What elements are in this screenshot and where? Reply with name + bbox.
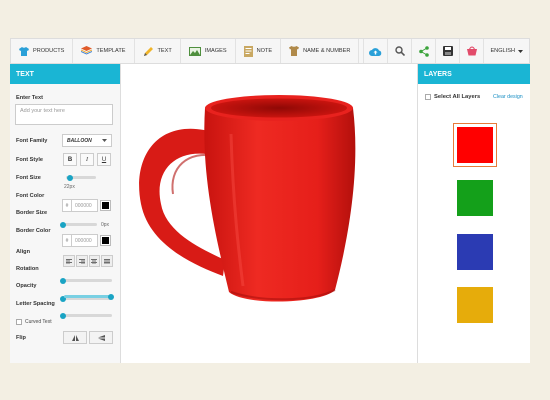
layer-item-2[interactable] [457,180,493,216]
text-panel: TEXT [10,64,121,363]
top-toolbar: PRODUCTS TEMPLATE TEXT IMAGES NOTE NAME … [10,38,530,64]
cart-button[interactable] [459,39,483,63]
tab-text-label: TEXT [157,48,172,54]
tab-products[interactable]: PRODUCTS [11,39,74,63]
layers-panel-title: LAYERS [418,64,530,84]
tab-name-number[interactable]: NAME & NUMBER [281,39,360,63]
mug-image [139,95,356,302]
tab-note[interactable]: NOTE [236,39,282,63]
zoom-button[interactable] [387,39,411,63]
layer-item-1[interactable] [457,127,493,163]
letter-spacing-slider-handle[interactable] [108,293,114,300]
layers-icon [81,46,93,55]
image-icon [188,46,201,56]
tab-template[interactable]: TEMPLATE [73,39,135,63]
language-label: ENGLISH [490,48,515,54]
share-icon [419,45,429,57]
pencil-icon [143,46,153,56]
cart-icon [466,46,477,56]
layer-item-4[interactable] [457,287,493,323]
letter-spacing-slider-fill[interactable] [64,295,112,298]
tab-note-label: NOTE [256,48,273,54]
tshirt-icon [19,46,29,56]
share-button[interactable] [411,39,435,63]
upload-cloud-icon [369,47,382,56]
caret-down-icon [518,49,523,53]
save-button[interactable] [435,39,459,63]
language-selector[interactable]: ENGLISH [483,39,529,63]
layers-panel: LAYERS Select All Layers Clear design [417,64,530,363]
tab-products-label: PRODUCTS [33,48,65,54]
upload-button[interactable] [363,39,387,63]
note-icon [243,45,253,57]
layer-item-3[interactable] [457,234,493,270]
tab-name-number-label: NAME & NUMBER [303,48,351,54]
jersey-icon [289,46,300,56]
save-icon [442,46,453,56]
tab-images-label: IMAGES [204,48,227,54]
select-all-label: Select All Layers [434,94,481,100]
design-canvas[interactable] [121,64,417,363]
select-all-checkbox[interactable] [425,94,431,100]
zoom-icon [395,46,405,56]
clear-design-link[interactable]: Clear design [493,94,523,100]
text-panel-title: TEXT [10,64,120,84]
toolbar-actions: ENGLISH [363,39,529,63]
tab-text[interactable]: TEXT [135,39,181,63]
tab-template-label: TEMPLATE [96,48,126,54]
tab-images[interactable]: IMAGES [181,39,236,63]
